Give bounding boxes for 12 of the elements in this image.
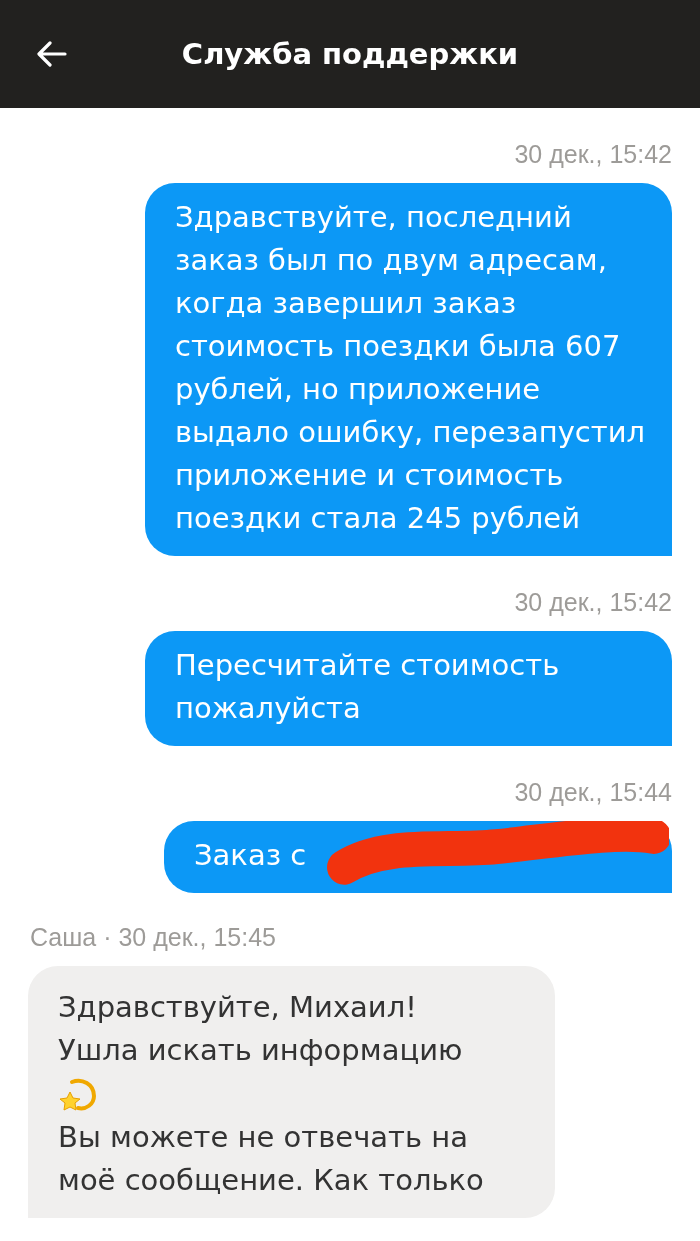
- message-text: Здравствуйте, последний заказ был по двум адресам, когда завершил заказ стоимость поездки была 607 рублей, но приложение выдало ошибку, перезапустил приложение и стоимость поездки стала 245 рублей: [175, 199, 646, 537]
- message-time: 30 дек., 15:42: [514, 140, 672, 169]
- message-text: Здравствуйте, Михаил!: [58, 989, 417, 1026]
- message-text: Пересчитайте стоимость пожалуйста: [175, 647, 561, 727]
- screen-title: Служба поддержки: [181, 37, 519, 71]
- message-time: Саша · 30 дек., 15:45: [30, 923, 276, 952]
- message-text: Вы можете не отвечать на моё сообщение. Как только: [58, 1119, 485, 1199]
- message-time: 30 дек., 15:44: [514, 778, 672, 807]
- message-text: Заказ с: [194, 837, 307, 874]
- message-time: 30 дек., 15:42: [514, 588, 672, 617]
- back-icon[interactable]: [37, 41, 67, 67]
- message-text: Ушла искать информацию: [58, 1032, 463, 1069]
